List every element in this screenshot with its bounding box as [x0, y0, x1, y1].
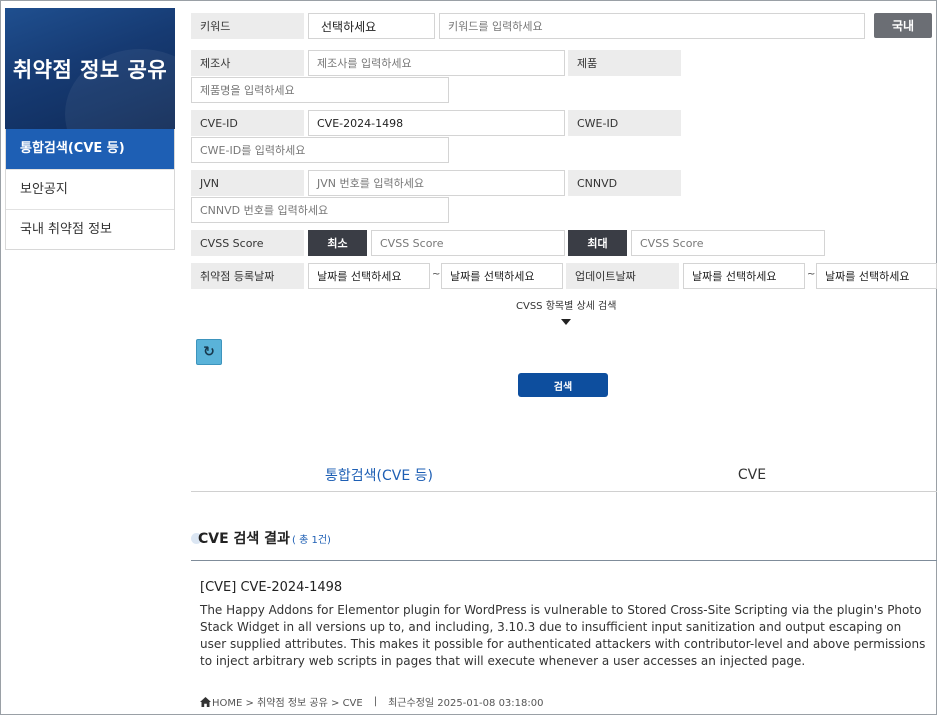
- jvn-input[interactable]: JVN 번호를 입력하세요: [308, 170, 565, 196]
- product-input[interactable]: 제품명을 입력하세요: [191, 77, 449, 103]
- cvss-min-input[interactable]: CVSS Score: [371, 230, 565, 256]
- results-count: ( 총 1건): [292, 535, 331, 546]
- sidebar-item-domestic-vuln[interactable]: 국내 취약점 정보: [6, 209, 174, 249]
- cve-id-input[interactable]: CVE-2024-1498: [308, 110, 565, 136]
- breadcrumb: HOME > 취약점 정보 공유 > CVE | 최근수정일 2025-01-0…: [200, 694, 543, 709]
- result-item-description: The Happy Addons for Elementor plugin fo…: [200, 603, 926, 668]
- breadcrumb-separator: |: [373, 696, 378, 707]
- keyword-label: 키워드: [191, 13, 304, 39]
- upd-date-label: 업데이트날짜: [566, 263, 679, 289]
- side-menu: 통합검색(CVE 등) 보안공지 국내 취약점 정보: [5, 129, 175, 250]
- search-button[interactable]: 검색: [518, 373, 608, 397]
- cvss-max-button[interactable]: 최대: [568, 230, 627, 256]
- updated-date: 최근수정일 2025-01-08 03:18:00: [388, 698, 544, 709]
- cvss-max-input[interactable]: CVSS Score: [631, 230, 825, 256]
- keyword-type-select[interactable]: 선택하세요: [308, 13, 435, 39]
- tab-integrated-search[interactable]: 통합검색(CVE 등): [191, 459, 567, 491]
- sidebar-item-integrated-search[interactable]: 통합검색(CVE 등): [6, 129, 174, 169]
- reg-date-label: 취약점 등록날짜: [191, 263, 304, 289]
- reg-date-tilde: ~: [432, 269, 441, 280]
- refresh-icon: ↻: [203, 344, 215, 360]
- product-label: 제품: [568, 50, 681, 76]
- tab-cve[interactable]: CVE: [567, 459, 937, 491]
- cve-id-label: CVE-ID: [191, 110, 304, 136]
- chevron-down-icon[interactable]: [561, 319, 571, 325]
- cvss-detail-toggle[interactable]: CVSS 항목별 상세 검색: [516, 297, 616, 312]
- result-tabs: 통합검색(CVE 등) CVE: [191, 459, 937, 492]
- sidebar-banner: 취약점 정보 공유: [5, 8, 175, 129]
- upd-date-to-input[interactable]: 날짜를 선택하세요: [816, 263, 937, 289]
- banner-title: 취약점 정보 공유: [12, 57, 168, 82]
- domestic-button[interactable]: 국내: [874, 13, 932, 38]
- upd-date-tilde: ~: [807, 269, 816, 280]
- cnnvd-input[interactable]: CNNVD 번호를 입력하세요: [191, 197, 449, 223]
- results-title: CVE 검색 결과: [198, 531, 290, 547]
- jvn-label: JVN: [191, 170, 304, 196]
- results-header: CVE 검색 결과 ( 총 1건): [191, 524, 937, 561]
- vendor-label: 제조사: [191, 50, 304, 76]
- cwe-id-input[interactable]: CWE-ID를 입력하세요: [191, 137, 449, 163]
- upd-date-from-input[interactable]: 날짜를 선택하세요: [683, 263, 805, 289]
- cwe-id-label: CWE-ID: [568, 110, 681, 136]
- keyword-input[interactable]: 키워드를 입력하세요: [439, 13, 865, 39]
- cnnvd-label: CNNVD: [568, 170, 681, 196]
- cvss-label: CVSS Score: [191, 230, 304, 256]
- reg-date-to-input[interactable]: 날짜를 선택하세요: [441, 263, 563, 289]
- sidebar-item-security-notice[interactable]: 보안공지: [6, 169, 174, 209]
- reg-date-from-input[interactable]: 날짜를 선택하세요: [308, 263, 430, 289]
- breadcrumb-path[interactable]: HOME > 취약점 정보 공유 > CVE: [212, 694, 363, 709]
- result-item-title[interactable]: [CVE] CVE-2024-1498: [200, 580, 342, 595]
- sidebar: 취약점 정보 공유 통합검색(CVE 등) 보안공지 국내 취약점 정보: [5, 8, 175, 250]
- reset-button[interactable]: ↻: [196, 339, 222, 365]
- cvss-min-button[interactable]: 최소: [308, 230, 367, 256]
- vendor-input[interactable]: 제조사를 입력하세요: [308, 50, 565, 76]
- home-icon: [200, 696, 211, 707]
